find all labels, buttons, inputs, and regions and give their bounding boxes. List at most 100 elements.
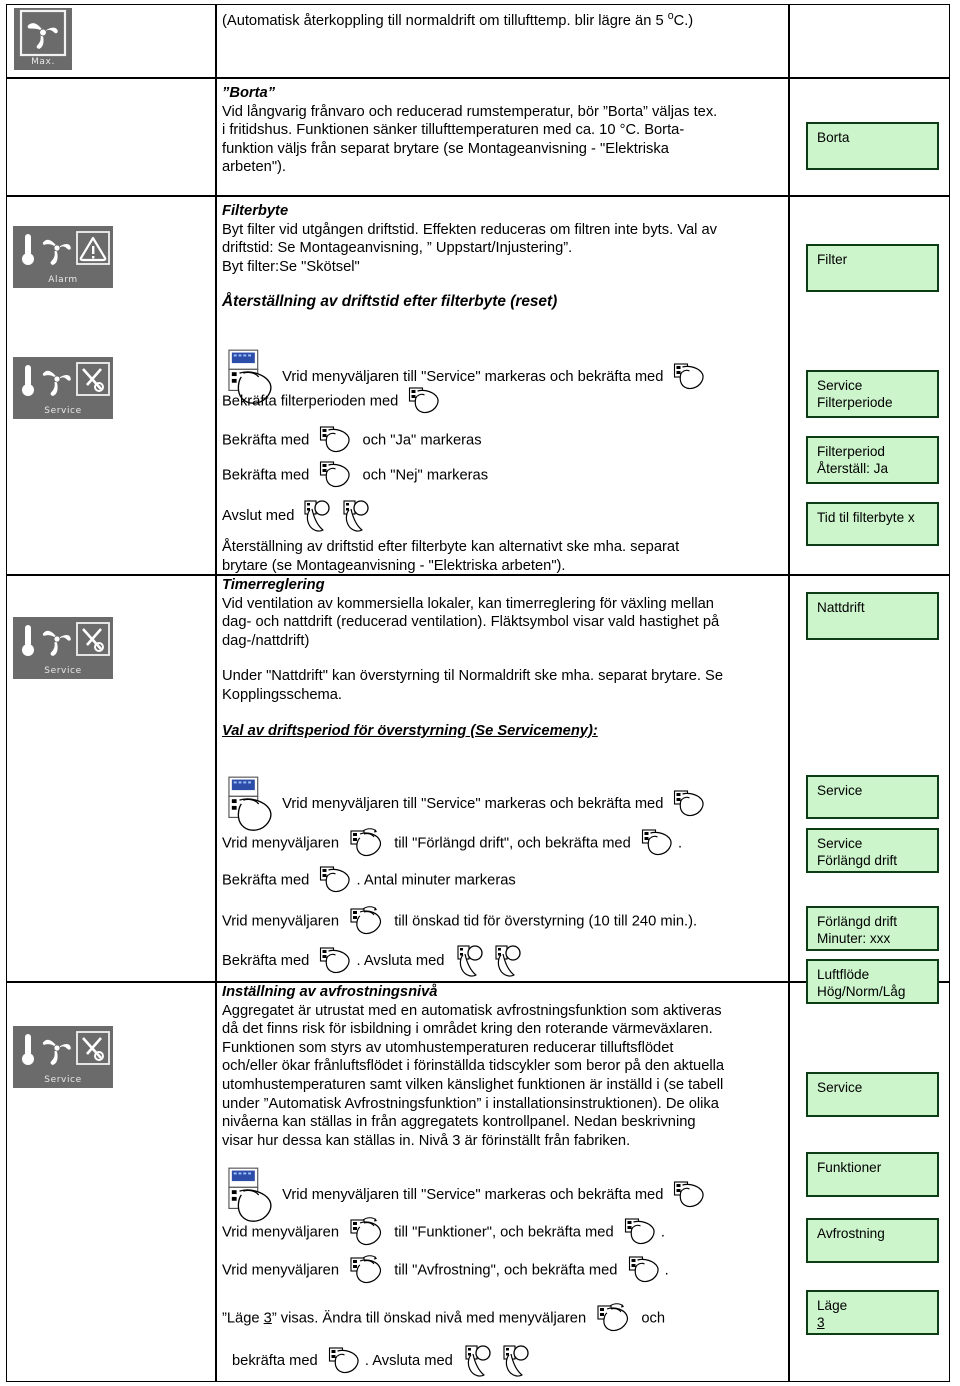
avfrost-step-2: Vrid menyväljaren till "Funktioner", och…	[222, 1217, 782, 1248]
borta-heading: ”Borta”	[222, 85, 276, 101]
timer-step-2-c: .	[677, 835, 683, 852]
borta-line-4: arbeten").	[222, 159, 286, 176]
timer-line-1: Vid ventilation av kommersiella lokaler,…	[222, 595, 714, 612]
panel-label: Service	[44, 1075, 82, 1085]
filterbyte-heading: Filterbyte	[222, 203, 289, 219]
hand-knob-icon	[597, 1303, 629, 1332]
avfrost-step-5: bekräfta med . Avsluta med	[232, 1345, 792, 1377]
hand-knob-icon	[350, 906, 382, 935]
filter-step-4: Bekräfta med och "Nej" markeras	[222, 461, 782, 490]
display-line: Förlängd drift	[817, 852, 898, 868]
display-luftflode: Luftflöde Hög/Norm/Låg	[806, 959, 939, 1004]
avfrost-step-3-c: .	[664, 1262, 669, 1279]
timer-step-1: Vrid menyväljaren till "Service" markera…	[228, 775, 788, 833]
panel-label: Service	[44, 666, 82, 676]
fan-icon	[42, 630, 72, 657]
avfrostning-line-2: då det finns risk för isbildning i områd…	[222, 1021, 713, 1038]
display-line: Service	[817, 783, 863, 798]
display-forlangd-minuter: Förlängd drift Minuter: xxx	[806, 906, 939, 951]
display-borta: Borta	[806, 122, 939, 170]
borta-line-3: funktion väljs från separat brytare (se …	[222, 140, 669, 157]
filter-step-5-text: Avslut med	[222, 507, 295, 524]
hand-escape-icon	[456, 945, 483, 977]
display-line: Nattdrift	[817, 600, 865, 615]
avfrostning-line-1: Aggregatet är utrustat med en automatisk…	[222, 1002, 722, 1019]
display-line: Minuter: xxx	[817, 930, 891, 946]
avfrostning-line-6: under ”Automatisk Avfrostningsfunktion” …	[222, 1095, 719, 1112]
avfrost-step-5-a: bekräfta med	[232, 1352, 318, 1369]
fan-icon	[42, 370, 72, 397]
avfrostning-line-8: visar hur dessa kan ställas in. Nivå 3 ä…	[222, 1132, 631, 1149]
filter-step-2-text: Bekräfta filterperioden med	[222, 393, 399, 410]
avfrostning-line-4: och/eller ökar frånluftsflödet i förinst…	[222, 1058, 725, 1075]
borta-block: ”Borta” Vid långvarig frånvaro och reduc…	[222, 84, 770, 177]
hand-button-icon	[328, 1346, 359, 1373]
filterbyte-line-1: Byt filter vid utgången driftstid. Effek…	[222, 221, 717, 238]
hand-button-icon	[320, 866, 351, 893]
display-line: Funktioner	[817, 1160, 882, 1175]
service-tools-icon	[76, 362, 110, 396]
display-line: Filterperiode	[817, 394, 893, 410]
avfrostning-heading: Inställning av avfrostningsnivå	[222, 984, 438, 1000]
filter-step-1-text: Vrid menyväljaren till "Service" markera…	[282, 368, 664, 385]
display-line: Läge 3	[817, 1298, 848, 1330]
control-panel-hand-icon	[228, 776, 272, 831]
alarm-panel: Alarm	[13, 226, 113, 288]
display-line: Service	[817, 1080, 863, 1095]
display-funktioner: Funktioner	[806, 1152, 939, 1197]
service-panel-1: Service	[13, 357, 113, 419]
filter-step-3-post: och "Ja" markeras	[362, 432, 482, 449]
hand-escape-icon	[494, 945, 521, 977]
column-divider-left	[215, 5, 217, 1381]
avfrostning-line-7: nivåerna kan ställas in från aggregatets…	[222, 1114, 696, 1131]
display-service-forlangd: Service Förlängd drift	[806, 828, 939, 873]
avfrost-step-2-b: till "Funktioner", och bekräfta med	[394, 1224, 614, 1241]
hand-button-icon	[409, 387, 440, 414]
hand-escape-icon	[465, 1345, 491, 1377]
filterbyte-block: Filterbyte Byt filter vid utgången drift…	[222, 202, 770, 276]
column-divider-right	[788, 5, 790, 1381]
thermometer-icon	[22, 1034, 34, 1065]
panel-label: Service	[44, 406, 82, 416]
avfrost-step-4-c: och	[641, 1310, 665, 1327]
document-page: Max. Alarm Service Service Service (Auto…	[0, 0, 960, 1386]
timer-step-5-a: Bekräfta med	[222, 952, 310, 969]
fan-icon	[19, 9, 67, 57]
filter-step-4-post: och "Nej" markeras	[362, 467, 489, 484]
row-divider-1	[7, 77, 949, 79]
service-panel-3: Service	[13, 1026, 113, 1088]
timer-line-3: dag-/nattdrift)	[222, 632, 310, 649]
hand-button-icon	[641, 829, 672, 856]
filter-reset-subheading-wrap: Återställning av driftstid efter filterb…	[222, 293, 770, 312]
display-filterperiod-reset: Filterperiod Återställ: Ja	[806, 436, 939, 484]
fan-icon	[42, 239, 72, 266]
display-line: Förlängd drift	[817, 914, 898, 929]
avfrostning-block: Inställning av avfrostningsnivå Aggregat…	[222, 983, 770, 1150]
timer-line-2: dag- och nattdrift (reducerad ventilatio…	[222, 614, 720, 631]
display-line: Service	[817, 836, 863, 851]
service-tools-icon	[76, 1031, 110, 1065]
display-line: Avfrostning	[817, 1226, 885, 1241]
thermometer-icon	[22, 625, 34, 656]
avfrost-step-3-b: till "Avfrostning", och bekräfta med	[394, 1262, 618, 1279]
timer-step-5-b: . Avsluta med	[356, 952, 445, 969]
display-lage-3: Läge 3	[806, 1290, 939, 1335]
display-tid-til-filterbyte: Tid til filterbyte x	[806, 502, 939, 546]
display-filter: Filter	[806, 244, 939, 292]
display-line: Service	[817, 378, 863, 393]
control-panel-hand-icon	[228, 1167, 272, 1222]
service-panel-2: Service	[13, 617, 113, 679]
filter-footer-line-1: Återställning av driftstid efter filterb…	[222, 539, 680, 555]
avfrost-step-2-c: .	[660, 1224, 665, 1241]
timer-subheading: Val av driftsperiod för överstyrning (Se…	[222, 722, 598, 739]
timer-step-3-b: . Antal minuter markeras	[356, 872, 516, 889]
filter-footer-line-2: brytare (se Montageanvisning - "Elektris…	[222, 557, 566, 574]
display-line: Filter	[817, 252, 848, 267]
timer-step-2-a: Vrid menyväljaren	[222, 835, 340, 852]
service-tools-icon	[76, 622, 110, 656]
panel-label: Max.	[31, 57, 55, 67]
auto-return-line: (Automatisk återkoppling till normaldrif…	[222, 10, 694, 29]
avfrost-step-4: ”Läge 3” visas. Ändra till önskad nivå m…	[222, 1303, 782, 1334]
filter-step-3: Bekräfta med och "Ja" markeras	[222, 426, 782, 455]
timer-step-3: Bekräfta med . Antal minuter markeras	[222, 866, 782, 895]
